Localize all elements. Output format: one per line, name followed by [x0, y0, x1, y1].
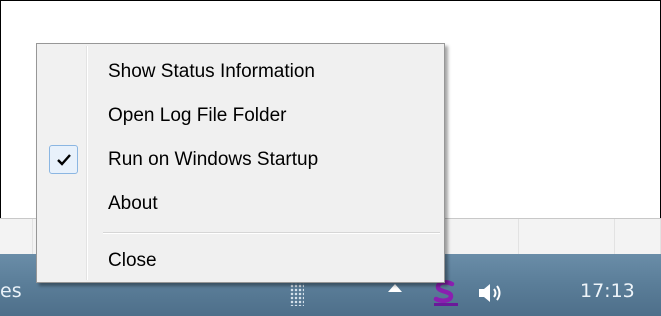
taskbar-button-label[interactable]: es [0, 280, 22, 302]
menu-item-close[interactable]: Close [39, 241, 442, 281]
menu-item-run-on-windows-startup[interactable]: Run on Windows Startup [39, 140, 442, 180]
tray-grip-icon[interactable] [290, 280, 304, 306]
menu-item-label: Run on Windows Startup [108, 149, 319, 170]
clock[interactable]: 17:13 [580, 280, 635, 302]
checkmark-icon [49, 145, 78, 174]
menu-item-show-status-information[interactable]: Show Status Information [39, 52, 442, 92]
strip-cell [614, 219, 661, 255]
menu-separator [103, 232, 440, 233]
strip-cell [0, 219, 33, 255]
menu-item-label: About [108, 193, 158, 214]
volume-icon[interactable] [476, 280, 506, 306]
menu-item-label: Open Log File Folder [108, 105, 287, 126]
tray-context-menu: Show Status Information Open Log File Fo… [36, 43, 445, 283]
show-hidden-icons-arrow-icon[interactable] [388, 284, 402, 292]
strip-cell [518, 219, 615, 255]
menu-item-open-log-file-folder[interactable]: Open Log File Folder [39, 96, 442, 136]
menu-item-label: Show Status Information [108, 61, 315, 82]
menu-item-label: Close [108, 250, 157, 271]
menu-item-about[interactable]: About [39, 184, 442, 224]
